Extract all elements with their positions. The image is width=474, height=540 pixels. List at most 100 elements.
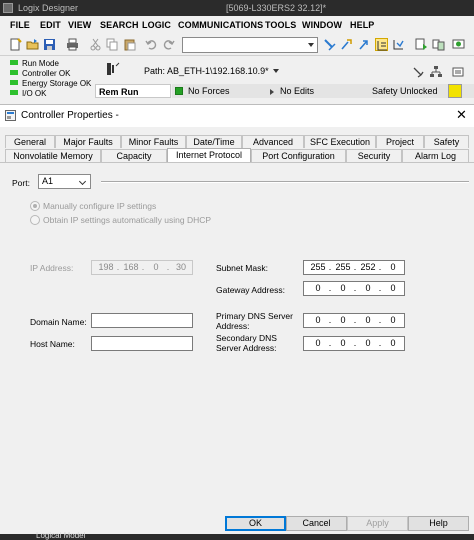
cancel-button[interactable]: Cancel [286,516,347,531]
forces-indicator-icon [175,87,183,95]
tab-project[interactable]: Project [376,135,424,148]
tab-security[interactable]: Security [346,149,402,162]
tab-alarm-log[interactable]: Alarm Log [402,149,469,162]
copy-icon[interactable] [106,38,119,51]
network-icon[interactable] [452,38,465,51]
tab-port-configuration[interactable]: Port Configuration [251,149,346,162]
secondary-dns-field[interactable]: 0. 0. 0. 0 [303,336,405,351]
status-controller-ok: Controller OK [10,69,70,78]
app-logo-icon [3,3,13,13]
port-select-value: A1 [42,176,54,186]
tab-minor-faults[interactable]: Minor Faults [121,135,186,148]
menu-view[interactable]: VIEW [68,20,91,30]
dialog-title-bar: Controller Properties - ✕ [0,105,474,127]
menu-search[interactable]: SEARCH [100,20,139,30]
module-tree-icon[interactable] [430,66,442,78]
primary-dns-label: Primary DNS Server Address: [216,311,293,331]
subnet-mask-label: Subnet Mask: [216,263,268,273]
ok-button[interactable]: OK [225,516,286,531]
radio-manual-ip-label: Manually configure IP settings [43,201,157,211]
status-run-mode: Run Mode [10,59,59,68]
ip-address-label: IP Address: [30,263,74,273]
edits-status: No Edits [266,84,366,98]
controller-icon [106,62,120,76]
tab-date-time[interactable]: Date/Time [186,135,242,148]
menu-help[interactable]: HELP [350,20,374,30]
gateway-address-label: Gateway Address: [216,285,285,295]
tab-safety[interactable]: Safety [424,135,469,148]
go-to-icon[interactable] [357,38,370,51]
search-combo[interactable] [182,37,318,53]
dialog-title: Controller Properties - [21,110,119,121]
logical-model-label: Logical Model [36,531,86,540]
tab-general[interactable]: General [5,135,55,148]
status-io-ok: I/O OK [10,89,46,98]
save-icon[interactable] [43,38,56,51]
verify-icon[interactable] [375,38,388,51]
paste-icon[interactable] [123,38,136,51]
path-label: Path: AB_ETH-1\192.168.10.9* [144,66,269,76]
ethernet-icon[interactable] [452,66,464,78]
domain-name-field[interactable] [91,313,193,328]
path-value: AB_ETH-1\192.168.10.9* [167,66,269,76]
tab-capacity[interactable]: Capacity [101,149,167,162]
compare-icon[interactable] [432,38,445,51]
status-led-icon [10,90,18,95]
app-title-bar: Logix Designer [5069-L330ERS2 32.12]* [0,0,474,16]
toolbar [0,34,474,56]
safety-status: Safety Unlocked [366,84,474,98]
tab-internet-protocol[interactable]: Internet Protocol [167,148,251,162]
new-project-icon[interactable] [9,38,22,51]
open-project-icon[interactable] [26,38,39,51]
edits-arrow-icon[interactable] [270,89,274,95]
tab-nonvolatile-memory[interactable]: Nonvolatile Memory [5,149,101,162]
tab-sfc-execution[interactable]: SFC Execution [304,135,376,148]
tab-major-faults[interactable]: Major Faults [55,135,121,148]
project-title: [5069-L330ERS2 32.12]* [226,3,327,13]
domain-name-label: Domain Name: [30,317,87,327]
safety-lock-icon[interactable] [448,84,462,98]
menu-logic[interactable]: LOGIC [142,20,171,30]
path-dropdown-icon[interactable] [273,69,279,73]
structure-icon[interactable] [392,38,405,51]
run-mode-status: Rem Run [95,84,171,98]
port-separator [101,181,469,182]
status-led-icon [10,60,18,65]
print-icon[interactable] [66,38,79,51]
apply-button[interactable]: Apply [347,516,408,531]
menu-tools[interactable]: TOOLS [265,20,296,30]
status-led-icon [10,70,18,75]
gateway-address-field[interactable]: 0. 0. 0. 0 [303,281,405,296]
download-icon[interactable] [415,38,428,51]
menu-communications[interactable]: COMMUNICATIONS [178,20,263,30]
status-led-icon [10,80,18,85]
menu-bar: FILE EDIT VIEW SEARCH LOGIC COMMUNICATIO… [0,16,474,34]
undo-icon[interactable] [145,38,158,51]
close-icon[interactable]: ✕ [456,108,467,122]
pin-icon[interactable] [412,66,424,78]
forces-status: No Forces [172,84,276,98]
cut-icon[interactable] [89,38,102,51]
status-energy-storage: Energy Storage OK [10,79,91,88]
app-name: Logix Designer [18,3,79,13]
port-select[interactable]: A1 [38,174,91,189]
menu-window[interactable]: WINDOW [302,20,342,30]
chevron-down-icon [78,177,87,186]
secondary-dns-label: Secondary DNS Server Address: [216,333,277,353]
redo-icon[interactable] [162,38,175,51]
radio-manual-ip[interactable] [30,201,40,211]
tab-advanced[interactable]: Advanced [242,135,304,148]
primary-dns-field[interactable]: 0. 0. 0. 0 [303,313,405,328]
host-name-label: Host Name: [30,339,75,349]
ip-address-field[interactable]: 198. 168. 0. 30 [91,260,193,275]
port-label: Port: [12,178,30,188]
menu-file[interactable]: FILE [10,20,30,30]
subnet-mask-field[interactable]: 255. 255. 252. 0 [303,260,405,275]
find-icon[interactable] [323,38,336,51]
host-name-field[interactable] [91,336,193,351]
help-button[interactable]: Help [408,516,469,531]
radio-dhcp[interactable] [30,215,40,225]
menu-edit[interactable]: EDIT [40,20,61,30]
dialog-icon [5,110,16,121]
find-next-icon[interactable] [340,38,353,51]
